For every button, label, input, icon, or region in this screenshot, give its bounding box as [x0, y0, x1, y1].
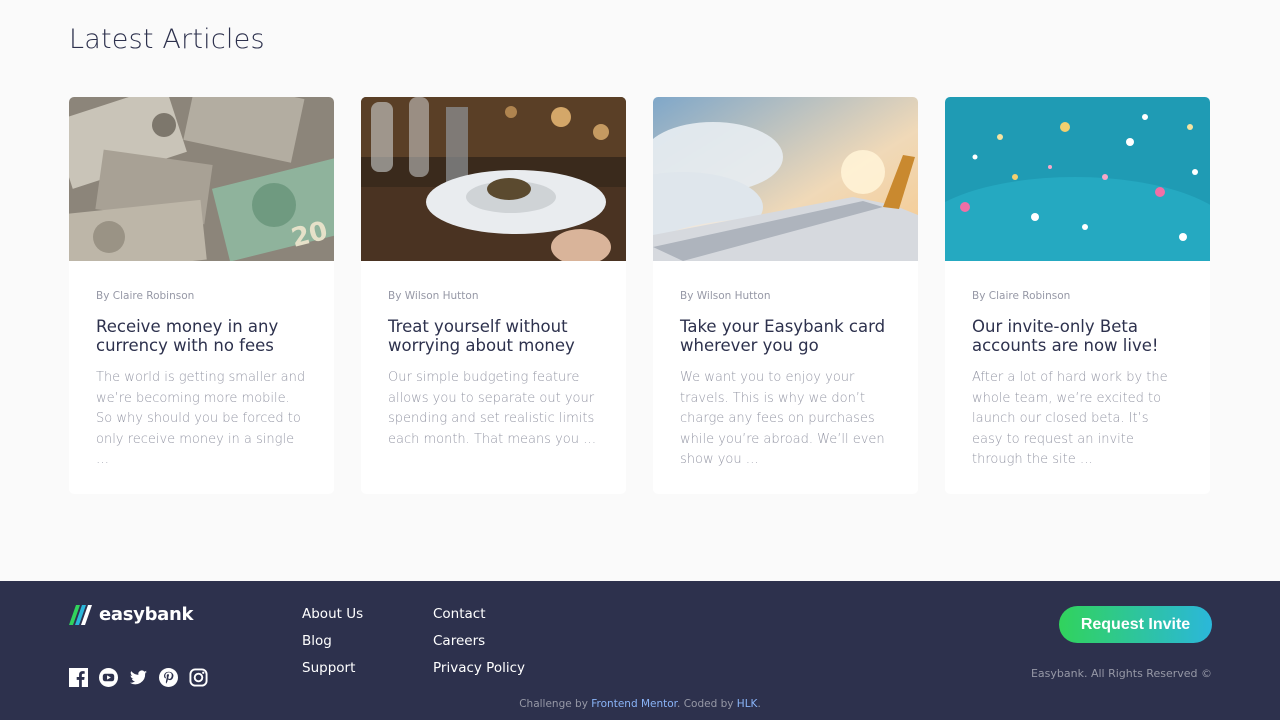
article-image-confetti[interactable] [945, 97, 1210, 261]
article-excerpt: Our simple budgeting feature allows you … [388, 370, 597, 447]
article-author: By Wilson Hutton [388, 290, 479, 302]
article-author: By Wilson Hutton [680, 290, 771, 302]
footer-links-secondary: Contact Careers Privacy Policy [433, 605, 525, 677]
confetti-image [945, 97, 1210, 261]
plane-image [653, 97, 918, 261]
attribution-mid: . Coded by [677, 698, 734, 710]
facebook-icon[interactable] [69, 668, 88, 687]
article-title[interactable]: Take your Easybank card wherever you go [680, 317, 891, 355]
article-card-restaurant[interactable]: By Wilson Hutton Treat yourself without … [361, 97, 626, 494]
easybank-logo[interactable]: easybank [69, 604, 194, 625]
logo-text: easybank [99, 604, 194, 625]
instagram-icon[interactable] [189, 668, 208, 687]
article-image-restaurant[interactable] [361, 97, 626, 261]
footer-link-privacy-policy[interactable]: Privacy Policy [433, 659, 525, 677]
article-author: By Claire Robinson [96, 290, 195, 302]
article-excerpt: After a lot of hard work by the whole te… [972, 370, 1168, 467]
youtube-icon[interactable] [99, 668, 118, 687]
currency-image: 20 [69, 97, 334, 261]
footer-link-support[interactable]: Support [302, 659, 363, 677]
copyright-text: Easybank. All Rights Reserved © [1030, 667, 1212, 680]
article-author: By Claire Robinson [972, 290, 1071, 302]
article-image-plane[interactable] [653, 97, 918, 261]
article-excerpt: The world is getting smaller and we’re b… [96, 370, 306, 467]
footer-link-blog[interactable]: Blog [302, 632, 363, 650]
article-card-currency[interactable]: 20 By Claire Robinson Receive money in a… [69, 97, 334, 494]
footer-link-contact[interactable]: Contact [433, 605, 525, 623]
attribution-prefix: Challenge by [519, 698, 588, 710]
article-title[interactable]: Receive money in any currency with no fe… [96, 317, 307, 355]
footer-links-primary: About Us Blog Support [302, 605, 363, 677]
request-invite-button[interactable]: Request Invite [1059, 606, 1212, 643]
article-title[interactable]: Our invite-only Beta accounts are now li… [972, 317, 1183, 355]
frontend-mentor-link[interactable]: Frontend Mentor [591, 698, 677, 710]
attribution: Challenge by Frontend Mentor. Coded by H… [0, 698, 1280, 710]
footer-link-about-us[interactable]: About Us [302, 605, 363, 623]
article-card-confetti[interactable]: By Claire Robinson Our invite-only Beta … [945, 97, 1210, 494]
article-title[interactable]: Treat yourself without worrying about mo… [388, 317, 599, 355]
logo-mark-icon [69, 604, 92, 625]
articles-grid: 20 By Claire Robinson Receive money in a… [69, 97, 1210, 494]
twitter-icon[interactable] [129, 668, 148, 687]
article-excerpt: We want you to enjoy your travels. This … [680, 370, 885, 467]
social-links [69, 668, 208, 687]
article-image-currency[interactable]: 20 [69, 97, 334, 261]
footer: easybank About Us Blog Support Contact C… [0, 581, 1280, 720]
section-title: Latest Articles [69, 24, 265, 55]
attribution-suffix: . [757, 698, 761, 710]
pinterest-icon[interactable] [159, 668, 178, 687]
article-card-plane[interactable]: By Wilson Hutton Take your Easybank card… [653, 97, 918, 494]
author-link[interactable]: HLK [737, 698, 758, 710]
restaurant-image [361, 97, 626, 261]
footer-link-careers[interactable]: Careers [433, 632, 525, 650]
